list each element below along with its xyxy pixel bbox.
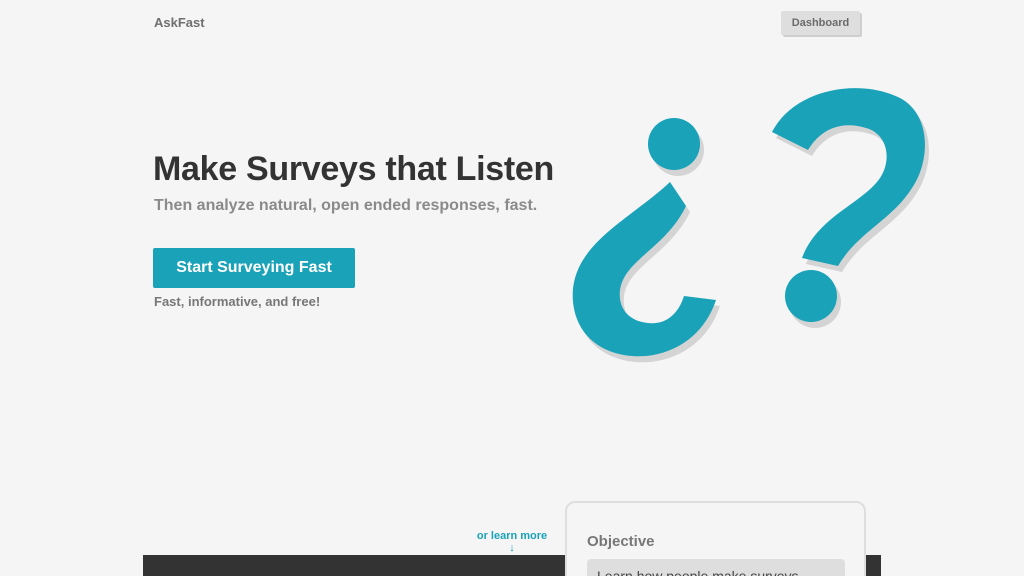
objective-input[interactable]: Learn how people make surveys bbox=[587, 559, 845, 576]
question-marks-icon bbox=[572, 88, 929, 363]
brand-logo[interactable]: AskFast bbox=[154, 15, 205, 30]
dashboard-button[interactable]: Dashboard bbox=[781, 11, 860, 35]
objective-card: Objective Learn how people make surveys bbox=[565, 501, 866, 576]
hero-subtitle: Then analyze natural, open ended respons… bbox=[154, 197, 538, 214]
cta-note: Fast, informative, and free! bbox=[154, 294, 321, 309]
question-marks-shape bbox=[572, 88, 925, 357]
hero-title: Make Surveys that Listen bbox=[153, 150, 554, 188]
arrow-down-icon[interactable]: ↓ bbox=[506, 542, 518, 554]
start-surveying-button[interactable]: Start Surveying Fast bbox=[153, 248, 355, 288]
learn-more-link[interactable]: or learn more bbox=[468, 530, 556, 542]
objective-title: Objective bbox=[587, 533, 655, 550]
